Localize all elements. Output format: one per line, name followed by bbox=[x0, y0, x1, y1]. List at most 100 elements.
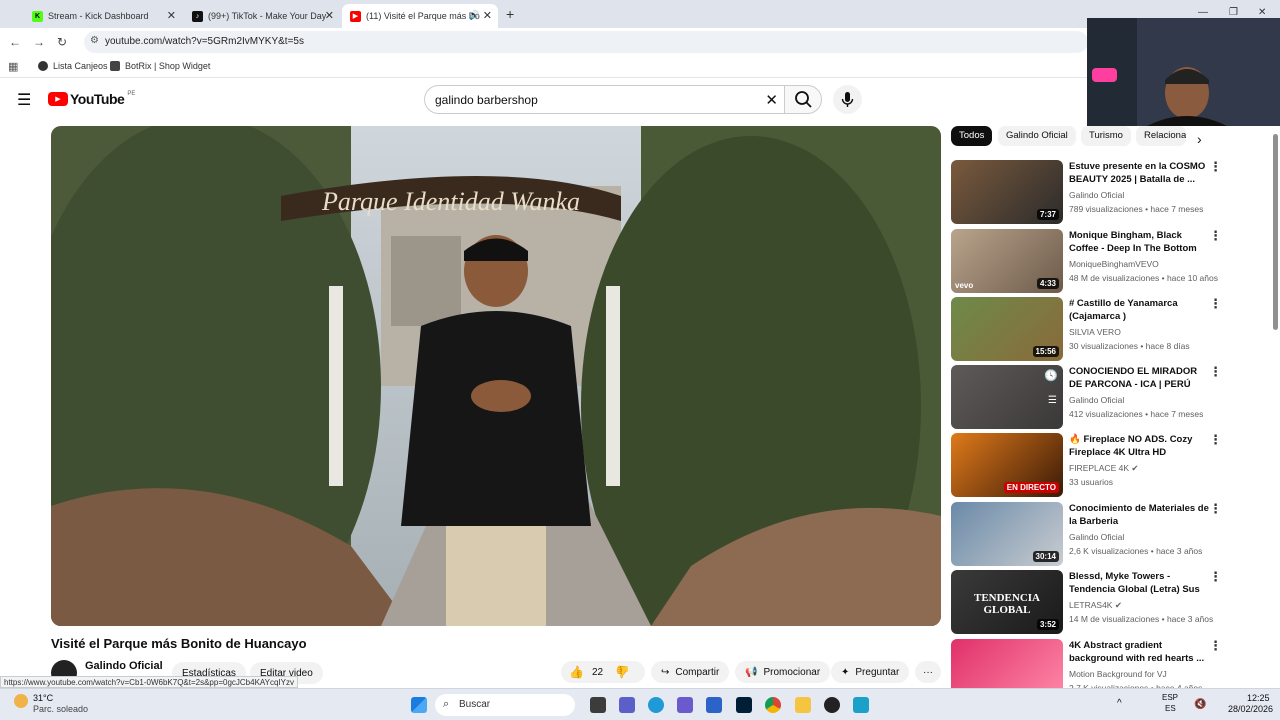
recommendation-item[interactable]: 30:14 Conocimiento de Materiales de la Ba… bbox=[951, 502, 1261, 566]
more-options-icon[interactable]: ⋮ bbox=[1209, 639, 1222, 652]
more-options-icon[interactable]: ⋮ bbox=[1209, 229, 1222, 242]
recommendation-item[interactable]: 7:37 Estuve presente en la COSMO BEAUTY 2… bbox=[951, 160, 1261, 224]
chip-turismo[interactable]: Turismo bbox=[1081, 126, 1131, 146]
edge-icon[interactable] bbox=[648, 697, 664, 713]
verified-icon: ✔ bbox=[1112, 600, 1122, 610]
video-thumbnail[interactable]: 7:37 bbox=[951, 160, 1063, 224]
photoshop-icon[interactable] bbox=[736, 697, 752, 713]
recommendation-item[interactable]: TENDENCIA GLOBAL 3:52 Blessd, Myke Towers … bbox=[951, 570, 1261, 634]
close-tab-icon[interactable]: ✕ bbox=[167, 9, 176, 22]
recommendation-item[interactable]: 🕓 ☰ CONOCIENDO EL MIRADOR DE PARCONA - ICA… bbox=[951, 365, 1261, 429]
more-actions-button[interactable]: ··· bbox=[915, 661, 941, 683]
file-explorer-icon[interactable] bbox=[795, 697, 811, 713]
search-button[interactable] bbox=[784, 85, 822, 114]
search-input[interactable]: galindo barbershop ✕ bbox=[424, 85, 788, 114]
obs-icon[interactable] bbox=[824, 697, 840, 713]
channel-name[interactable]: Galindo Oficial bbox=[85, 660, 163, 672]
copilot-icon[interactable] bbox=[677, 697, 693, 713]
windows-start-icon[interactable] bbox=[411, 697, 427, 713]
store-icon[interactable] bbox=[706, 697, 722, 713]
close-tab-icon[interactable]: ✕ bbox=[325, 9, 334, 22]
video-thumbnail[interactable]: 30:14 bbox=[951, 502, 1063, 566]
more-options-icon[interactable]: ⋮ bbox=[1209, 297, 1222, 310]
back-icon[interactable]: ← bbox=[9, 35, 21, 49]
recommendation-item[interactable]: vevo 4:33 Monique Bingham, Black Coffee - … bbox=[951, 229, 1261, 293]
recommendation-item[interactable]: EN DIRECTO 🔥 Fireplace NO ADS. Cozy Firep… bbox=[951, 433, 1261, 497]
recommendation-title[interactable]: # Castillo de Yanamarca (Cajamarca ) bbox=[1069, 297, 1209, 325]
minimize-button[interactable]: — bbox=[1198, 7, 1208, 18]
recommendation-title[interactable]: Conocimiento de Materiales de la Barberi… bbox=[1069, 502, 1209, 530]
tray-chevron-icon[interactable]: ^ bbox=[1117, 698, 1122, 709]
more-options-icon[interactable]: ⋮ bbox=[1209, 570, 1222, 583]
share-button[interactable]: ↪ Compartir bbox=[651, 661, 730, 683]
url-field[interactable]: ⚙ youtube.com/watch?v=5GRm2IvMYKY&t=5s bbox=[84, 31, 1088, 53]
teams-icon[interactable] bbox=[619, 697, 635, 713]
chip-todos[interactable]: Todos bbox=[951, 126, 993, 146]
language-label[interactable]: ESP bbox=[1162, 693, 1178, 702]
video-thumbnail[interactable]: 15:56 bbox=[951, 297, 1063, 361]
youtube-logo[interactable]: ▶ YouTube PE bbox=[48, 91, 135, 107]
recommendation-channel[interactable]: Galindo Oficial bbox=[1069, 532, 1124, 542]
close-window-button[interactable]: ✕ bbox=[1258, 7, 1266, 18]
taskbar-search[interactable]: ⌕ Buscar bbox=[435, 694, 575, 716]
tab-youtube[interactable]: ▶ (11) Visité el Parque más Bo 🔊 ✕ bbox=[342, 4, 498, 28]
task-view-icon[interactable] bbox=[590, 697, 606, 713]
app-icon[interactable] bbox=[853, 697, 869, 713]
recommendation-title[interactable]: Monique Bingham, Black Coffee - Deep In … bbox=[1069, 229, 1209, 257]
more-options-icon[interactable]: ⋮ bbox=[1209, 433, 1222, 446]
apps-grid-icon[interactable]: ▦ bbox=[8, 60, 18, 73]
more-options-icon[interactable]: ⋮ bbox=[1209, 502, 1222, 515]
weather-icon[interactable] bbox=[14, 694, 28, 708]
link-preview-url: https://www.youtube.com/watch?v=Cb1-0W6b… bbox=[0, 676, 298, 688]
reload-icon[interactable]: ↻ bbox=[57, 35, 67, 49]
watch-later-icon[interactable]: 🕓 bbox=[1044, 369, 1058, 382]
tab-kick[interactable]: K Stream - Kick Dashboard ✕ bbox=[24, 4, 182, 28]
video-thumbnail[interactable]: 🕓 ☰ bbox=[951, 365, 1063, 429]
video-player[interactable]: Parque Identidad Wanka bbox=[51, 126, 941, 626]
video-thumbnail[interactable]: vevo 4:33 bbox=[951, 229, 1063, 293]
recommendation-title[interactable]: Estuve presente en la COSMO BEAUTY 2025 … bbox=[1069, 160, 1209, 188]
clock-time[interactable]: 12:25 bbox=[1247, 693, 1270, 703]
new-tab-button[interactable]: + bbox=[506, 6, 514, 22]
recommendation-title[interactable]: 🔥 Fireplace NO ADS. Cozy Fireplace 4K Ul… bbox=[1069, 433, 1209, 461]
chip-relacionados[interactable]: Relaciona bbox=[1136, 126, 1186, 146]
tab-tiktok[interactable]: ♪ (99+) TikTok - Make Your Day ✕ bbox=[184, 4, 340, 28]
recommendation-title[interactable]: 4K Abstract gradient background with red… bbox=[1069, 639, 1209, 667]
recommendation-channel[interactable]: Galindo Oficial bbox=[1069, 190, 1124, 200]
ask-button[interactable]: ✦ Preguntar bbox=[831, 661, 910, 683]
speaker-icon[interactable]: 🔊 bbox=[469, 10, 480, 21]
clear-search-icon[interactable]: ✕ bbox=[765, 91, 778, 109]
site-info-icon[interactable]: ⚙ bbox=[90, 35, 99, 46]
recommendation-channel[interactable]: SILVIA VERO bbox=[1069, 327, 1121, 337]
chrome-icon[interactable] bbox=[765, 697, 781, 713]
chip-galindo[interactable]: Galindo Oficial bbox=[998, 126, 1076, 146]
recommendation-channel[interactable]: LETRAS4K ✔ bbox=[1069, 600, 1122, 611]
network-icon[interactable]: 🔇 bbox=[1194, 699, 1206, 710]
forward-icon[interactable]: → bbox=[33, 35, 45, 49]
bookmark-botrix[interactable]: BotRix | Shop Widget bbox=[110, 61, 210, 71]
recommendation-title[interactable]: Blessd, Myke Towers - Tendencia Global (… bbox=[1069, 570, 1209, 598]
maximize-button[interactable]: ❐ bbox=[1229, 7, 1238, 18]
more-options-icon[interactable]: ⋮ bbox=[1209, 365, 1222, 378]
recommendation-item[interactable]: 15:56 # Castillo de Yanamarca (Cajamarca … bbox=[951, 297, 1261, 361]
menu-icon[interactable]: ☰ bbox=[17, 90, 31, 110]
dislike-icon[interactable]: 👍 bbox=[615, 665, 630, 679]
like-icon[interactable]: 👍 bbox=[569, 665, 584, 679]
recommendation-channel[interactable]: FIREPLACE 4K ✔ bbox=[1069, 463, 1138, 474]
video-thumbnail[interactable]: EN DIRECTO bbox=[951, 433, 1063, 497]
voice-search-button[interactable] bbox=[833, 85, 862, 114]
recommendation-channel[interactable]: Motion Background for VJ bbox=[1069, 669, 1167, 679]
more-options-icon[interactable]: ⋮ bbox=[1209, 160, 1222, 173]
recommendation-channel[interactable]: Galindo Oficial bbox=[1069, 395, 1124, 405]
scrollbar[interactable] bbox=[1271, 126, 1280, 688]
chevron-right-icon[interactable]: › bbox=[1197, 131, 1202, 147]
close-tab-icon[interactable]: ✕ bbox=[483, 9, 492, 22]
scrollbar-thumb[interactable] bbox=[1273, 134, 1278, 330]
promote-button[interactable]: 📢 Promocionar bbox=[735, 661, 831, 683]
recommendation-channel[interactable]: MoniqueBinghamVEVO bbox=[1069, 259, 1159, 269]
video-thumbnail[interactable]: TENDENCIA GLOBAL 3:52 bbox=[951, 570, 1063, 634]
recommendation-title[interactable]: CONOCIENDO EL MIRADOR DE PARCONA - ICA |… bbox=[1069, 365, 1209, 393]
add-to-queue-icon[interactable]: ☰ bbox=[1048, 395, 1057, 406]
bookmark-lista-canjeos[interactable]: Lista Canjeos bbox=[38, 61, 108, 71]
taskbar: 31°C Parc. soleado ⌕ Buscar ^ ESP ES 🔇 1… bbox=[0, 688, 1280, 720]
